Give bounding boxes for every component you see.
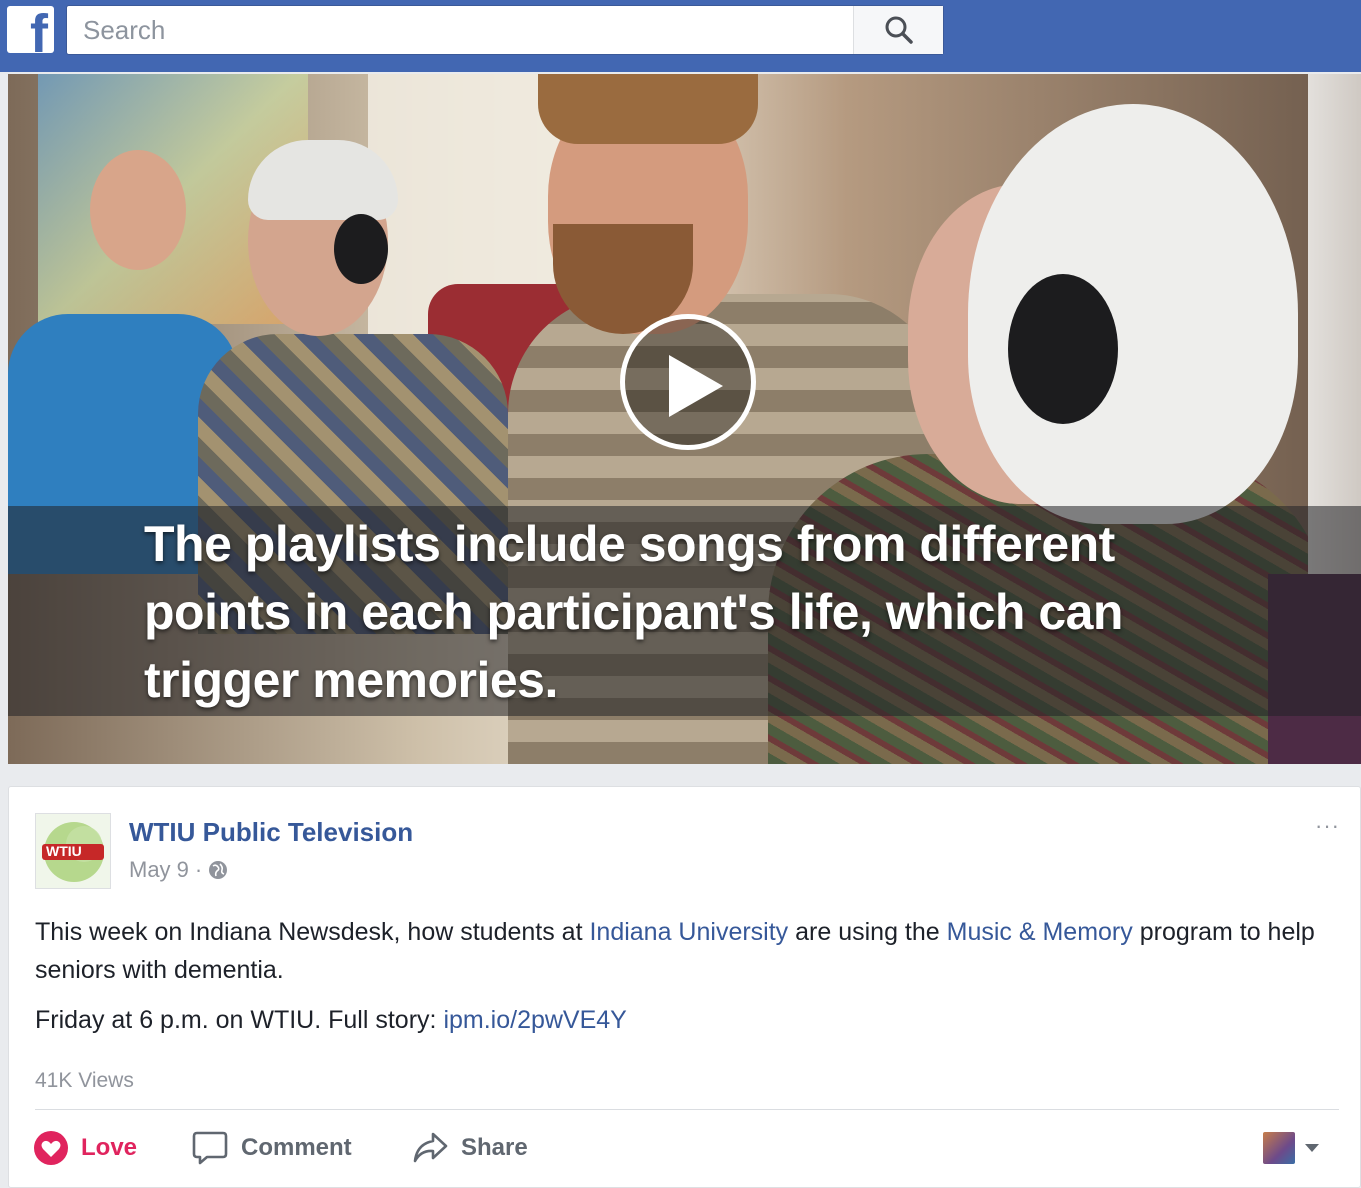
- link-music-memory[interactable]: Music & Memory: [947, 918, 1133, 946]
- link-indiana-university[interactable]: Indiana University: [589, 918, 788, 946]
- facebook-logo-letter: f: [30, 6, 48, 53]
- share-label: Share: [461, 1134, 528, 1161]
- divider: [35, 1109, 1339, 1110]
- avatar-text: WTIU: [46, 843, 82, 859]
- view-count[interactable]: 41K Views: [35, 1069, 134, 1093]
- head-woman-left: [90, 150, 186, 270]
- post-meta: May 9 ·: [129, 857, 228, 883]
- headphones-older-woman: [1008, 274, 1118, 424]
- play-button[interactable]: [620, 314, 756, 450]
- page-name-link[interactable]: WTIU Public Television: [129, 817, 413, 848]
- comment-button[interactable]: Comment: [191, 1127, 352, 1169]
- top-navigation-bar: f: [0, 0, 1361, 72]
- comment-label: Comment: [241, 1134, 352, 1161]
- post-text: This week on Indiana Newsdesk, how stude…: [35, 913, 1335, 1051]
- post-date[interactable]: May 9: [129, 857, 189, 883]
- search-button[interactable]: [853, 6, 943, 54]
- post-paragraph-2: Friday at 6 p.m. on WTIU. Full story: ip…: [35, 1006, 627, 1034]
- headphones-older-man: [334, 214, 388, 284]
- play-icon: [669, 355, 723, 417]
- page-avatar[interactable]: WTIU: [35, 813, 111, 889]
- share-icon: [413, 1132, 448, 1163]
- more-options-button[interactable]: ···: [1315, 813, 1345, 838]
- search-input[interactable]: [67, 6, 853, 54]
- link-full-story[interactable]: ipm.io/2pwVE4Y: [443, 1006, 626, 1034]
- search-icon: [885, 16, 913, 44]
- heart-icon: [34, 1131, 68, 1165]
- globe-icon[interactable]: [208, 860, 228, 880]
- love-button[interactable]: Love: [33, 1127, 137, 1169]
- video-player[interactable]: The playlists include songs from differe…: [8, 74, 1361, 764]
- comment-icon: [192, 1131, 228, 1165]
- actor-selector[interactable]: [1263, 1131, 1323, 1165]
- user-avatar: [1263, 1132, 1295, 1164]
- search-box: [66, 5, 944, 55]
- meta-separator: ·: [194, 857, 203, 882]
- share-button[interactable]: Share: [411, 1127, 528, 1169]
- post-card: WTIU WTIU Public Television May 9 · ··· …: [8, 786, 1361, 1188]
- video-caption: The playlists include songs from differe…: [144, 516, 1123, 708]
- love-label: Love: [81, 1134, 138, 1161]
- hair-young-man: [538, 74, 758, 144]
- post-paragraph-1: This week on Indiana Newsdesk, how stude…: [35, 918, 1315, 984]
- facebook-logo[interactable]: f: [7, 6, 54, 53]
- caret-down-icon: [1305, 1144, 1319, 1152]
